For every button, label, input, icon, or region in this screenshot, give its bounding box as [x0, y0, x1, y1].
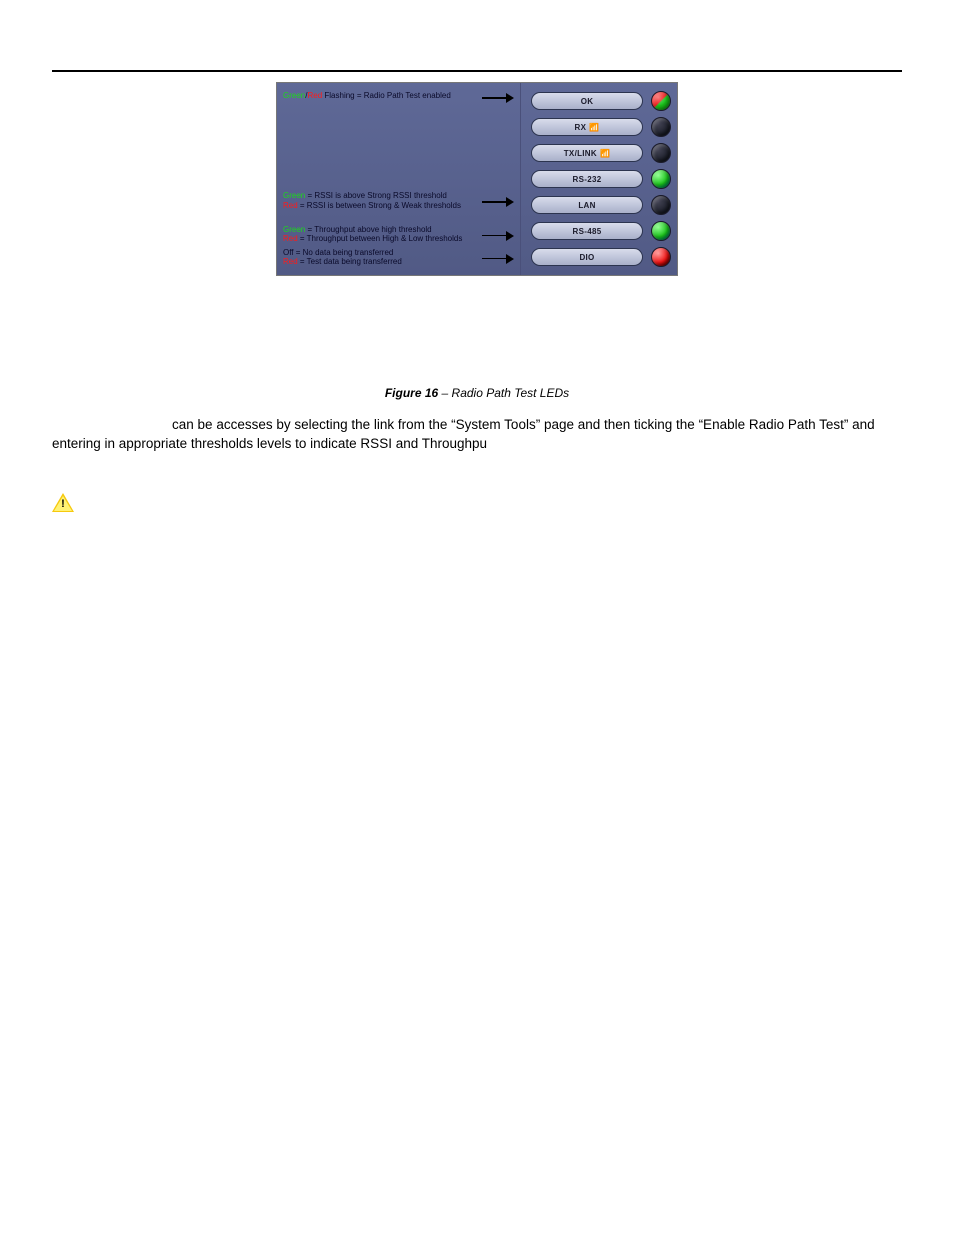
- led-ok: [651, 91, 671, 111]
- led-row-txlink: TX/LINK📶: [531, 141, 671, 165]
- caption-title: – Radio Path Test LEDs: [438, 386, 569, 400]
- led-rs485: [651, 221, 671, 241]
- legend-dio-rline: = Test data being transferred: [298, 257, 402, 266]
- led-row-rs232: RS-232: [531, 167, 671, 191]
- body-paragraph: can be accesses by selecting the link fr…: [52, 416, 902, 453]
- legend-ok-red: Red: [307, 91, 322, 100]
- legend-dio: Off = No data being transferred Red = Te…: [283, 248, 514, 267]
- para-text: can be accesses by selecting the link fr…: [52, 417, 875, 451]
- legend-column: Green/Red Flashing = Radio Path Test ena…: [277, 83, 521, 275]
- legend-ok: Green/Red Flashing = Radio Path Test ena…: [283, 91, 514, 103]
- legend-rssi: Green = RSSI is above Strong RSSI thresh…: [283, 191, 514, 210]
- led-dio: [651, 247, 671, 267]
- legend-rssi-rline: = RSSI is between Strong & Weak threshol…: [298, 201, 461, 210]
- led-rs232: [651, 169, 671, 189]
- legend-dio-r: Red: [283, 257, 298, 266]
- led-label-rx-text: RX: [575, 123, 587, 132]
- legend-thr-gline: = Throughput above high threshold: [305, 225, 431, 234]
- para-indent: [52, 417, 168, 432]
- led-label-ok: OK: [531, 92, 643, 110]
- legend-thr-r: Red: [283, 234, 298, 243]
- led-panel: Green/Red Flashing = Radio Path Test ena…: [276, 82, 678, 276]
- led-column: OK RX📶 TX/LINK📶 RS-232 LAN: [521, 83, 677, 275]
- led-rx: [651, 117, 671, 137]
- legend-ok-green: Green: [283, 91, 305, 100]
- arrow-icon: [482, 231, 514, 241]
- legend-dio-off: Off: [283, 248, 294, 257]
- led-txlink: [651, 143, 671, 163]
- arrow-icon: [482, 93, 514, 103]
- led-row-rs485: RS-485: [531, 219, 671, 243]
- legend-dio-offline: = No data being transferred: [294, 248, 394, 257]
- led-row-dio: DIO: [531, 245, 671, 269]
- led-panel-figure: Green/Red Flashing = Radio Path Test ena…: [276, 82, 678, 276]
- legend-throughput: Green = Throughput above high threshold …: [283, 225, 514, 244]
- led-row-rx: RX📶: [531, 115, 671, 139]
- legend-rssi-gline: = RSSI is above Strong RSSI threshold: [305, 191, 447, 200]
- warning-icon: !: [52, 493, 74, 513]
- legend-rssi-g: Green: [283, 191, 305, 200]
- led-row-ok: OK: [531, 89, 671, 113]
- legend-rssi-r: Red: [283, 201, 298, 210]
- led-row-lan: LAN: [531, 193, 671, 217]
- led-label-rx: RX📶: [531, 118, 643, 136]
- antenna-icon: 📶: [589, 123, 599, 132]
- legend-thr-g: Green: [283, 225, 305, 234]
- led-label-rs232: RS-232: [531, 170, 643, 188]
- caption-label: Figure 16: [385, 386, 438, 400]
- led-lan: [651, 195, 671, 215]
- led-label-dio: DIO: [531, 248, 643, 266]
- legend-ok-rest: Flashing = Radio Path Test enabled: [322, 91, 451, 100]
- header-rule: [52, 70, 902, 72]
- arrow-icon: [482, 254, 514, 264]
- led-label-rs485: RS-485: [531, 222, 643, 240]
- led-label-lan: LAN: [531, 196, 643, 214]
- led-label-txlink-text: TX/LINK: [564, 149, 597, 158]
- antenna-icon: 📶: [600, 149, 610, 158]
- arrow-icon: [482, 197, 514, 207]
- figure-caption: Figure 16 – Radio Path Test LEDs: [52, 386, 902, 400]
- led-label-txlink: TX/LINK📶: [531, 144, 643, 162]
- legend-thr-rline: = Throughput between High & Low threshol…: [298, 234, 463, 243]
